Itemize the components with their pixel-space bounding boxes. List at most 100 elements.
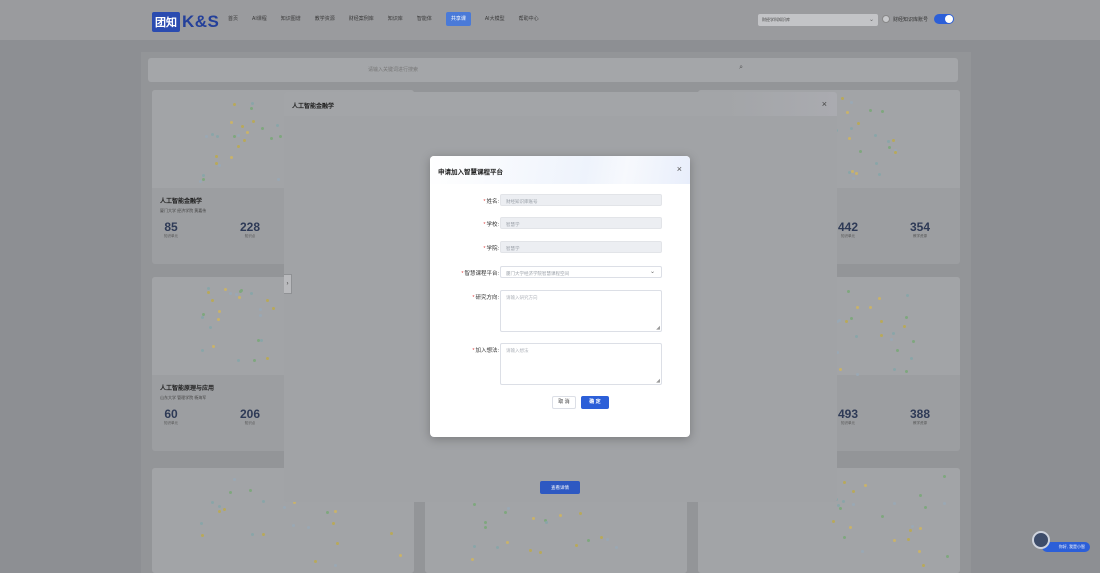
stat-units: 85 知识单元 bbox=[164, 220, 178, 238]
platform-select[interactable]: 厦门大学经济学院智慧课程空间 ⌄ bbox=[500, 266, 662, 278]
field-label: *姓名: bbox=[483, 199, 499, 205]
resize-handle-icon[interactable]: ◢ bbox=[656, 325, 660, 331]
stat-units: 442 知识单元 bbox=[838, 220, 859, 238]
cancel-button[interactable]: 取 消 bbox=[552, 396, 576, 409]
close-icon[interactable]: × bbox=[822, 99, 827, 109]
graph-node bbox=[200, 521, 204, 525]
graph-node bbox=[260, 126, 264, 130]
theme-toggle[interactable] bbox=[934, 14, 955, 24]
stat-points: 206 知识点 bbox=[240, 407, 261, 425]
graph-node bbox=[206, 286, 210, 290]
platform-select-value: 厦门大学经济学院智慧课程空间 bbox=[506, 270, 569, 276]
graph-node bbox=[911, 339, 915, 343]
graph-node bbox=[904, 316, 908, 319]
course-meta: 厦门大学 经济学院 黄嘉伟 bbox=[160, 208, 207, 213]
graph-node bbox=[854, 172, 858, 176]
graph-node bbox=[206, 290, 210, 294]
nav-item[interactable]: 共享课 bbox=[445, 12, 471, 26]
modal-title: 人工智能金融学 bbox=[292, 104, 335, 110]
dialog-header: 申请加入智慧课程平台 × bbox=[430, 156, 690, 184]
join-idea-textarea[interactable]: 请输入想法 ◢ bbox=[500, 343, 662, 385]
stat-units: 493 知识单元 bbox=[838, 407, 859, 425]
field-label: *智慧课程平台: bbox=[461, 271, 499, 277]
graph-node bbox=[242, 138, 246, 142]
graph-node bbox=[892, 501, 896, 505]
graph-node bbox=[472, 502, 476, 506]
course-title: 人工智能金融学 bbox=[160, 199, 203, 205]
resize-handle-icon[interactable]: ◢ bbox=[656, 378, 660, 384]
stat-units: 60 知识单元 bbox=[164, 407, 178, 425]
close-icon[interactable]: × bbox=[677, 164, 682, 174]
top-nav: 团知 K&S 首页 AI课程 知识图谱 教学资源 财经案例库 知识库 智能体 共享课 AI大模型… bbox=[0, 0, 1100, 40]
textarea-placeholder: 请输入研究方向 bbox=[506, 295, 538, 300]
research-direction-textarea[interactable]: 请输入研究方向 ◢ bbox=[500, 290, 662, 332]
graph-node bbox=[252, 358, 256, 362]
nav-item[interactable]: 智能体 bbox=[417, 15, 432, 26]
graph-node bbox=[849, 316, 853, 320]
graph-node bbox=[201, 174, 205, 178]
chevron-down-icon: ⌄ bbox=[649, 269, 655, 275]
nav-item[interactable]: AI课程 bbox=[252, 15, 267, 26]
graph-node bbox=[200, 533, 204, 537]
field-label: *学校: bbox=[483, 222, 499, 228]
stat-points: 228 知识点 bbox=[240, 220, 261, 238]
join-platform-dialog: 申请加入智慧课程平台 × *姓名: 财经知识库账号 *学校: 智慧学 *学院: … bbox=[430, 156, 690, 437]
modal-header: 人工智能金融学 × bbox=[284, 92, 837, 116]
course-title: 人工智能原理与应用 bbox=[160, 386, 215, 392]
nav-item[interactable]: AI大模型 bbox=[485, 15, 505, 26]
graph-node bbox=[217, 509, 221, 513]
nav-menu: 首页 AI课程 知识图谱 教学资源 财经案例库 知识库 智能体 共享课 AI大模型 帮助中心 bbox=[228, 12, 539, 26]
graph-node bbox=[587, 538, 590, 542]
view-details-button[interactable]: 查看详情 bbox=[540, 481, 580, 494]
graph-node bbox=[877, 296, 881, 300]
graph-node bbox=[389, 531, 393, 535]
graph-node bbox=[539, 550, 543, 554]
search-bar[interactable]: 请输入关键词进行搜索 ⌕ bbox=[148, 58, 958, 82]
nav-item[interactable]: 知识图谱 bbox=[281, 15, 301, 26]
graph-node bbox=[841, 499, 845, 503]
graph-node bbox=[893, 538, 897, 542]
user-menu[interactable]: 财经知识库账号 bbox=[882, 14, 955, 24]
assistant-widget[interactable]: 你好, 我是小智 bbox=[1032, 531, 1090, 553]
expand-panel-button[interactable]: › bbox=[284, 274, 292, 294]
nav-item[interactable]: 首页 bbox=[228, 15, 238, 26]
nav-item[interactable]: 教学资源 bbox=[315, 15, 335, 26]
graph-node bbox=[472, 545, 476, 549]
graph-node bbox=[306, 525, 310, 529]
graph-node bbox=[918, 493, 922, 497]
graph-node bbox=[614, 545, 618, 549]
name-field: 财经知识库账号 bbox=[500, 194, 662, 206]
graph-node bbox=[902, 324, 906, 328]
nav-item[interactable]: 财经案例库 bbox=[349, 15, 374, 26]
nav-item[interactable]: 帮助中心 bbox=[519, 15, 539, 26]
nav-item[interactable]: 知识库 bbox=[388, 15, 403, 26]
graph-node bbox=[211, 132, 215, 136]
graph-node bbox=[506, 540, 509, 544]
graph-node bbox=[917, 550, 921, 554]
graph-node bbox=[495, 545, 499, 549]
org-select[interactable]: 财经学科知识库 ⌄ bbox=[758, 14, 878, 26]
logo[interactable]: 团知 K&S bbox=[152, 12, 219, 32]
graph-node bbox=[842, 535, 846, 539]
graph-node bbox=[877, 172, 881, 176]
stat-resources: 388 教学资源 bbox=[910, 407, 931, 425]
graph-node bbox=[228, 291, 232, 295]
course-meta: 山东大学 管理学院 杨海军 bbox=[160, 395, 207, 400]
confirm-button[interactable]: 确 定 bbox=[581, 396, 609, 409]
graph-node bbox=[896, 348, 900, 352]
textarea-placeholder: 请输入想法 bbox=[506, 348, 529, 353]
graph-node bbox=[846, 110, 850, 114]
graph-node bbox=[832, 519, 836, 523]
search-icon[interactable]: ⌕ bbox=[739, 64, 743, 72]
graph-node bbox=[544, 521, 548, 525]
graph-node bbox=[229, 120, 233, 124]
field-label: *学院: bbox=[483, 246, 499, 252]
graph-node bbox=[237, 295, 241, 299]
field-label: *加入想法: bbox=[472, 348, 499, 354]
graph-node bbox=[923, 505, 927, 509]
graph-node bbox=[217, 163, 221, 167]
graph-node bbox=[282, 506, 286, 510]
org-select-value: 财经学科知识库 bbox=[762, 17, 790, 22]
graph-node bbox=[222, 507, 226, 511]
graph-node bbox=[224, 287, 228, 291]
